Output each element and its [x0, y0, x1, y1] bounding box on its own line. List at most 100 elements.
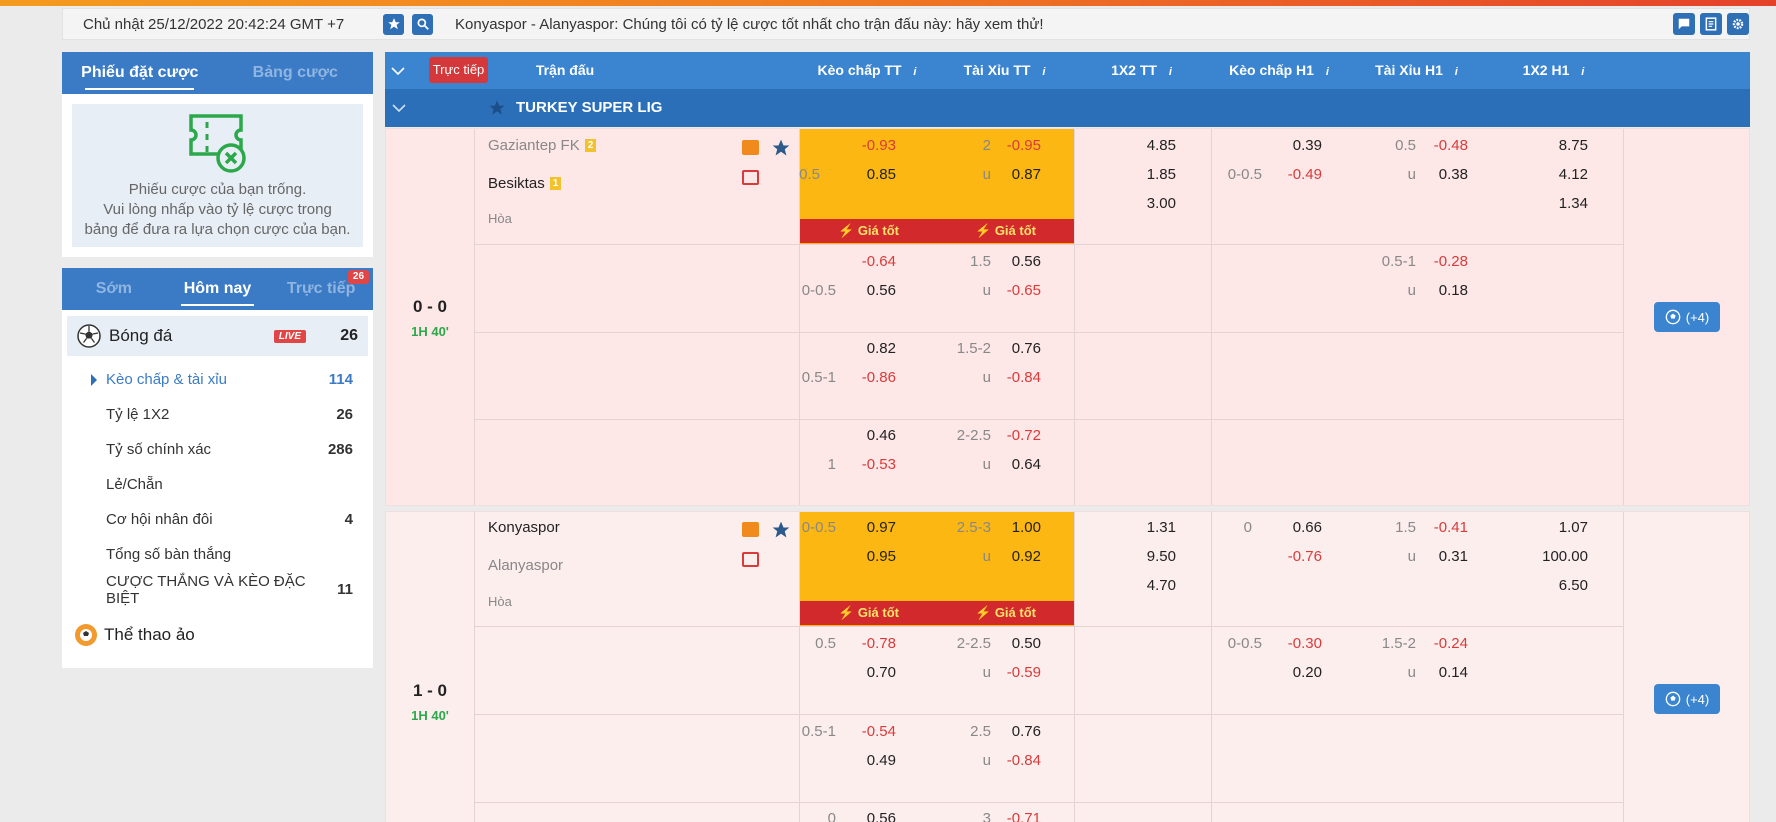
odds-cell[interactable]: 0.64 [991, 456, 1041, 473]
odds-cell[interactable]: -0.54 [836, 723, 896, 740]
league-star-icon[interactable] [488, 99, 506, 117]
odds-cell[interactable]: -0.53 [836, 456, 896, 473]
odds-cell[interactable]: 0.14 [1416, 664, 1468, 681]
home-team[interactable]: Konyaspor [488, 519, 560, 536]
odds-cell[interactable]: -0.49 [1262, 166, 1322, 183]
odds-cell[interactable]: 0.46 [836, 427, 896, 444]
odds-cell[interactable]: 0.50 [991, 635, 1041, 652]
info-icon[interactable]: i [1169, 66, 1172, 78]
menu-item-correct-score[interactable]: Tỷ số chính xác 286 [62, 432, 373, 467]
odds-cell[interactable]: 0.66 [1262, 519, 1322, 536]
info-icon[interactable]: i [913, 66, 916, 78]
tab-live[interactable]: Trực tiếp 26 [269, 268, 373, 310]
tab-today[interactable]: Hôm nay [166, 268, 270, 310]
odds-1x2-h1-draw[interactable]: 1.34 [1526, 195, 1588, 212]
odds-cell[interactable]: -0.24 [1416, 635, 1468, 652]
odds-cell[interactable]: -0.84 [991, 752, 1041, 769]
news-marquee[interactable]: Konyaspor - Alanyaspor: Chúng tôi có tỷ … [455, 16, 1673, 33]
menu-item-handicap-ou[interactable]: Kèo chấp & tài xỉu 114 [62, 362, 373, 397]
odds-cell[interactable]: -0.41 [1416, 519, 1468, 536]
chevron-down-icon[interactable] [392, 103, 406, 113]
odds-cell[interactable]: 0.95 [836, 548, 896, 565]
odds-cell[interactable]: 0.87 [991, 166, 1041, 183]
sport-football[interactable]: Bóng đá LIVE 26 [67, 316, 368, 356]
odds-cell[interactable]: 0.76 [991, 723, 1041, 740]
info-icon[interactable]: i [1326, 66, 1329, 78]
settings-button[interactable] [1727, 13, 1749, 35]
favorite-star-icon[interactable] [771, 138, 791, 158]
odds-cell[interactable]: 0.56 [836, 810, 896, 822]
odds-cell[interactable]: -0.48 [1416, 137, 1468, 154]
odds-cell[interactable]: 0.20 [1262, 664, 1322, 681]
odds-cell[interactable]: -0.64 [836, 253, 896, 270]
odds-1x2-draw[interactable]: 4.70 [1116, 577, 1176, 594]
odds-1x2-h1-home[interactable]: 8.75 [1526, 137, 1588, 154]
odds-1x2-h1-home[interactable]: 1.07 [1526, 519, 1588, 536]
menu-item-double-chance[interactable]: Cơ hội nhân đôi 4 [62, 502, 373, 537]
odds-1x2-h1-away[interactable]: 4.12 [1526, 166, 1588, 183]
more-markets-button[interactable]: (+4) [1654, 302, 1720, 332]
more-markets-button[interactable]: (+4) [1654, 684, 1720, 714]
odds-cell[interactable]: -0.78 [836, 635, 896, 652]
info-icon[interactable]: i [1581, 66, 1584, 78]
sport-virtual[interactable]: Thể thao ảo [62, 607, 373, 647]
odds-cell[interactable]: -0.95 [991, 137, 1041, 154]
odds-1x2-away[interactable]: 1.85 [1116, 166, 1176, 183]
odds-cell[interactable]: 0.85 [836, 166, 896, 183]
menu-item-1x2[interactable]: Tỷ lệ 1X2 26 [62, 397, 373, 432]
live-video-icon[interactable] [742, 170, 759, 185]
odds-cell[interactable]: 0.31 [1416, 548, 1468, 565]
odds-cell[interactable]: 0.97 [836, 519, 896, 536]
tab-betlist[interactable]: Bảng cược [218, 52, 374, 94]
odds-1x2-away[interactable]: 9.50 [1116, 548, 1176, 565]
odds-cell[interactable]: -0.59 [991, 664, 1041, 681]
odds-cell[interactable]: 0.49 [836, 752, 896, 769]
odds-cell[interactable]: 0.56 [836, 282, 896, 299]
odds-1x2-home[interactable]: 1.31 [1116, 519, 1176, 536]
home-team[interactable]: Gaziantep FK 2 [488, 137, 597, 154]
odds-cell[interactable]: 0.70 [836, 664, 896, 681]
search-button[interactable] [412, 13, 433, 35]
menu-item-outright-special[interactable]: CƯỢC THẮNG VÀ KÈO ĐẶC BIỆT 11 [62, 572, 373, 607]
odds-cell[interactable]: 0.76 [991, 340, 1041, 357]
menu-item-total-goals[interactable]: Tổng số bàn thắng [62, 537, 373, 572]
odds-1x2-draw[interactable]: 3.00 [1116, 195, 1176, 212]
odds-cell[interactable]: 0.92 [991, 548, 1041, 565]
menu-item-odd-even[interactable]: Lẻ/Chẵn [62, 467, 373, 502]
statement-button[interactable] [1700, 13, 1722, 35]
favorites-star-button[interactable] [383, 13, 404, 35]
league-row[interactable]: TURKEY SUPER LIG [385, 89, 1750, 127]
odds-cell[interactable]: -0.28 [1416, 253, 1468, 270]
odds-cell[interactable]: -0.72 [991, 427, 1041, 444]
menu-item-label: Tỷ lệ 1X2 [106, 406, 170, 423]
odds-cell[interactable]: 0.39 [1262, 137, 1322, 154]
live-filter-button[interactable]: Trực tiếp [429, 57, 488, 83]
chat-button[interactable] [1673, 13, 1695, 35]
odds-cell[interactable]: -0.84 [991, 369, 1041, 386]
odds-1x2-h1-away[interactable]: 100.00 [1526, 548, 1588, 565]
info-icon[interactable]: i [1455, 66, 1458, 78]
live-watch-eye-icon[interactable] [742, 140, 759, 155]
collapse-all-button[interactable] [385, 52, 410, 89]
odds-cell[interactable]: -0.76 [1262, 548, 1322, 565]
tab-betslip[interactable]: Phiếu đặt cược [62, 52, 218, 94]
live-video-icon[interactable] [742, 552, 759, 567]
odds-1x2-home[interactable]: 4.85 [1116, 137, 1176, 154]
odds-cell[interactable]: 1.00 [991, 519, 1041, 536]
away-team[interactable]: Besiktas 1 [488, 175, 562, 192]
away-team[interactable]: Alanyaspor [488, 557, 563, 574]
odds-1x2-h1-draw[interactable]: 6.50 [1526, 577, 1588, 594]
odds-cell[interactable]: 0.82 [836, 340, 896, 357]
tab-early[interactable]: Sớm [62, 268, 166, 310]
odds-cell[interactable]: -0.86 [836, 369, 896, 386]
odds-cell[interactable]: -0.65 [991, 282, 1041, 299]
odds-cell[interactable]: -0.30 [1262, 635, 1322, 652]
odds-cell[interactable]: -0.93 [836, 137, 896, 154]
odds-cell[interactable]: 0.56 [991, 253, 1041, 270]
odds-cell[interactable]: 0.18 [1416, 282, 1468, 299]
odds-cell[interactable]: -0.71 [991, 810, 1041, 822]
info-icon[interactable]: i [1042, 66, 1045, 78]
odds-cell[interactable]: 0.38 [1416, 166, 1468, 183]
more-markets-label: (+4) [1685, 309, 1710, 325]
live-watch-eye-icon[interactable] [742, 522, 759, 537]
